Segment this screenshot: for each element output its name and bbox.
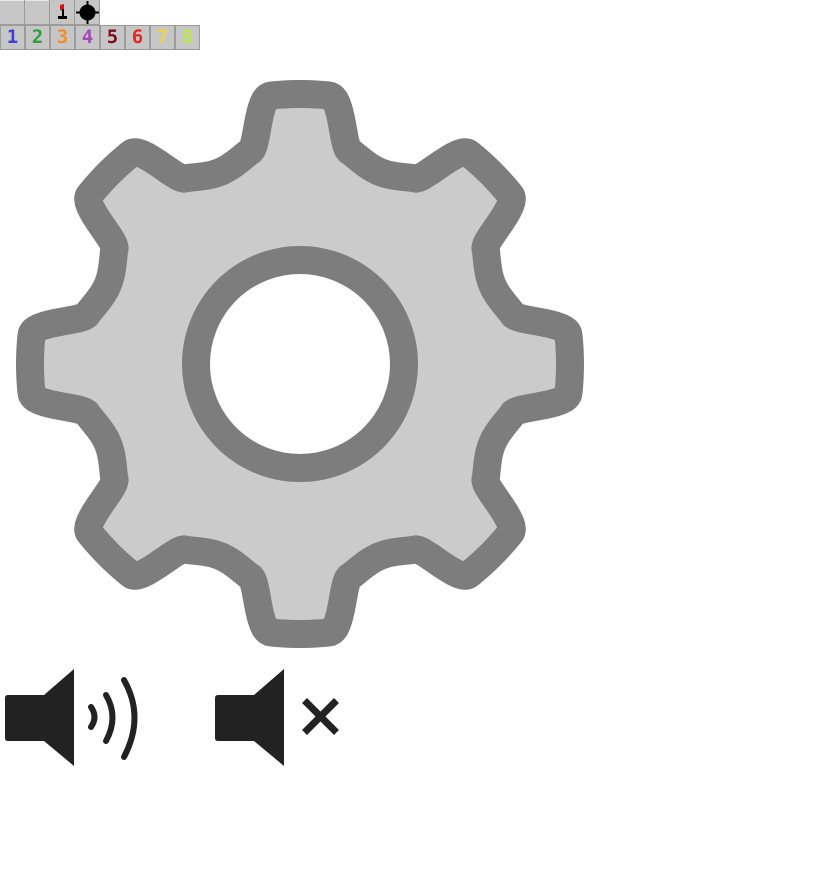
number-tile-7: 7 (150, 25, 175, 50)
number-tile-2: 2 (25, 25, 50, 50)
raised-tile-icon (0, 0, 25, 25)
unrevealed-tile[interactable] (0, 0, 25, 25)
number-tile-4: 4 (75, 25, 100, 50)
mine-tile[interactable] (75, 0, 100, 25)
unrevealed-tile[interactable] (25, 0, 50, 25)
speaker-muted-icon[interactable] (212, 665, 362, 770)
number-tile-5: 5 (100, 25, 125, 50)
flag-icon (50, 0, 75, 25)
flag-tile[interactable] (50, 0, 75, 25)
gear-icon[interactable] (0, 61, 600, 661)
raised-tile-icon (25, 0, 50, 25)
number-tile-3: 3 (50, 25, 75, 50)
number-tile-6: 6 (125, 25, 150, 50)
speaker-on-icon[interactable] (0, 665, 150, 770)
number-tile-8: 8 (175, 25, 200, 50)
number-tile-1: 1 (0, 25, 25, 50)
mine-icon (75, 0, 100, 25)
